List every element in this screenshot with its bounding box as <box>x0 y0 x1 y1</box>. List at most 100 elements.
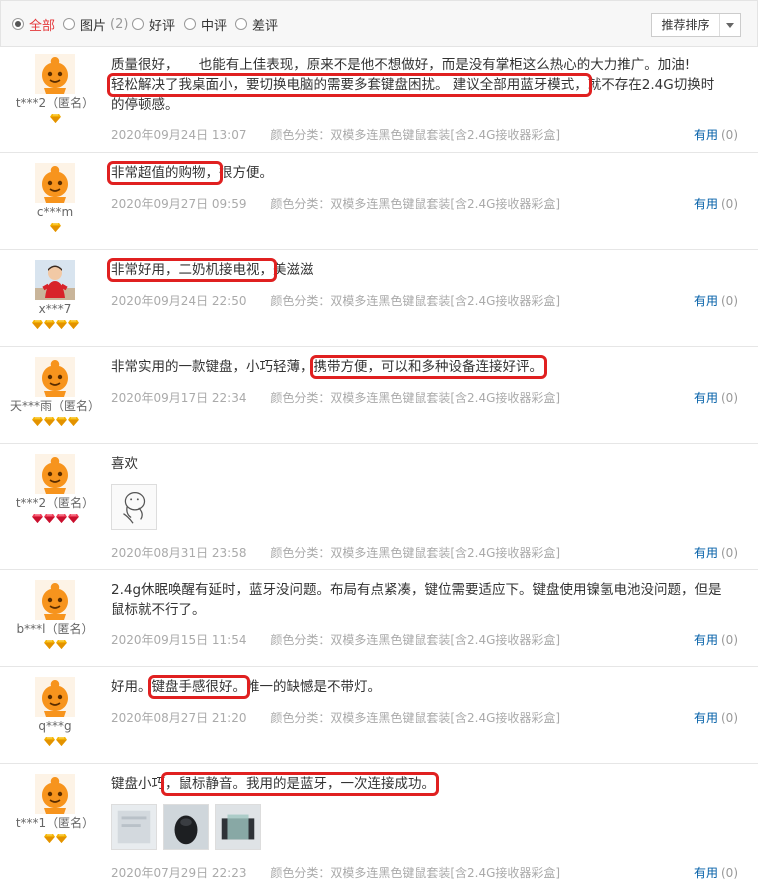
filter-pictures-count: (2) <box>110 16 129 32</box>
review-images <box>111 804 261 850</box>
useful-button[interactable]: 有用 (0) <box>694 544 738 561</box>
username: t***2（匿名） <box>15 496 95 510</box>
review-text-rest: 就不存在2.4G切换时 <box>587 77 715 93</box>
review-image-thumbnail[interactable] <box>111 484 157 530</box>
product-variant: 颜色分类：双模多连黑色键鼠套装[含2.4G接收器彩盒] <box>270 294 561 308</box>
review-user: t***1（匿名） <box>0 764 110 843</box>
gold-gem-icon <box>50 223 61 232</box>
sort-label: 推荐排序 <box>652 14 720 36</box>
user-avatar[interactable] <box>35 677 75 717</box>
review-user: q***g <box>0 667 110 746</box>
user-avatar[interactable] <box>35 357 75 397</box>
gold-gem-icon <box>56 834 67 843</box>
gold-gem-icon <box>44 417 55 426</box>
username: x***7 <box>38 302 72 316</box>
gold-gem-icon <box>50 114 61 123</box>
useful-count: (0) <box>721 294 738 308</box>
gold-gem-icon <box>44 320 55 329</box>
review-meta: 2020年09月24日 22:50 颜色分类：双模多连黑色键鼠套装[含2.4G接… <box>111 292 560 309</box>
useful-count: (0) <box>721 197 738 211</box>
useful-count: (0) <box>721 711 738 725</box>
review-image-thumbnail[interactable] <box>215 804 261 850</box>
user-avatar[interactable] <box>35 54 75 94</box>
username: 天***雨（匿名） <box>9 399 100 413</box>
red-gem-icon <box>32 514 43 523</box>
user-level-badges <box>0 223 110 232</box>
red-gem-icon <box>44 514 55 523</box>
user-level-badges <box>0 737 110 746</box>
useful-label: 有用 <box>693 294 718 308</box>
useful-button[interactable]: 有用 (0) <box>694 126 738 143</box>
gold-gem-icon <box>68 417 79 426</box>
useful-button[interactable]: 有用 (0) <box>694 389 738 406</box>
useful-label: 有用 <box>693 391 718 405</box>
review-date: 2020年09月27日 09:59 <box>111 197 247 211</box>
review-text: 键盘小巧，鼠标静音。我用的是蓝牙，一次连接成功。 <box>111 772 439 796</box>
filter-good-label: 好评 <box>149 18 176 34</box>
review-filter-bar: 全部 图片 (2) 好评 中评 差评 推荐排序 <box>0 0 758 47</box>
filter-bad-radio[interactable]: 差评 <box>235 15 278 34</box>
sort-dropdown[interactable]: 推荐排序 <box>651 13 741 37</box>
radio-icon <box>132 18 144 30</box>
product-variant: 颜色分类：双模多连黑色键鼠套装[含2.4G接收器彩盒] <box>270 633 561 647</box>
review-item: b***l（匿名） 2.4g休眠唤醒有延时，蓝牙没问题。布局有点紧凑，键位需要适… <box>0 570 758 667</box>
review-date: 2020年09月17日 22:34 <box>111 391 247 405</box>
username: q***g <box>38 719 72 733</box>
useful-label: 有用 <box>693 546 718 560</box>
user-level-badges <box>0 417 110 426</box>
filter-medium-radio[interactable]: 中评 <box>184 15 227 34</box>
filter-all-label: 全部 <box>29 18 56 34</box>
user-avatar[interactable] <box>35 454 75 494</box>
review-highlight: 非常超值的购物， <box>107 161 223 185</box>
review-date: 2020年07月29日 22:23 <box>111 866 247 880</box>
useful-count: (0) <box>721 866 738 880</box>
product-variant: 颜色分类：双模多连黑色键鼠套装[含2.4G接收器彩盒] <box>270 128 561 142</box>
useful-button[interactable]: 有用 (0) <box>694 864 738 881</box>
review-images <box>111 484 157 530</box>
user-avatar[interactable] <box>35 163 75 203</box>
review-text-line: 2.4g休眠唤醒有延时，蓝牙没问题。布局有点紧凑，键位需要适应下。键盘使用镍氢电… <box>111 582 722 598</box>
gold-gem-icon <box>56 320 67 329</box>
filter-good-radio[interactable]: 好评 <box>132 15 176 34</box>
review-highlight: 携带方便，可以和多种设备连接好评。 <box>309 355 547 379</box>
filter-pictures-radio[interactable]: 图片 (2) <box>63 15 129 34</box>
useful-button[interactable]: 有用 (0) <box>694 292 738 309</box>
useful-count: (0) <box>721 128 738 142</box>
review-text-line: 的停顿感。 <box>111 97 179 113</box>
useful-button[interactable]: 有用 (0) <box>694 631 738 648</box>
user-avatar[interactable] <box>35 580 75 620</box>
review-date: 2020年08月27日 21:20 <box>111 711 247 725</box>
useful-button[interactable]: 有用 (0) <box>694 195 738 212</box>
user-level-badges <box>0 114 110 123</box>
useful-count: (0) <box>721 546 738 560</box>
review-text: 非常超值的购物，很方便。 <box>107 161 273 185</box>
user-level-badges <box>0 320 110 329</box>
user-avatar[interactable] <box>35 260 75 300</box>
chevron-down-icon[interactable] <box>720 14 740 36</box>
review-image-thumbnail[interactable] <box>163 804 209 850</box>
review-meta: 2020年09月24日 13:07 颜色分类：双模多连黑色键鼠套装[含2.4G接… <box>111 126 560 143</box>
user-level-badges <box>0 834 110 843</box>
review-meta: 2020年09月15日 11:54 颜色分类：双模多连黑色键鼠套装[含2.4G接… <box>111 631 560 648</box>
gold-gem-icon <box>68 320 79 329</box>
review-item: x***7 非常好用，二奶机接电视，美滋滋 2020年09月24日 22:50 … <box>0 250 758 347</box>
review-meta: 2020年09月27日 09:59 颜色分类：双模多连黑色键鼠套装[含2.4G接… <box>111 195 560 212</box>
review-item: 天***雨（匿名） 非常实用的一款键盘，小巧轻薄，携带方便，可以和多种设备连接好… <box>0 347 758 444</box>
username: c***m <box>36 205 74 219</box>
useful-button[interactable]: 有用 (0) <box>694 709 738 726</box>
gold-gem-icon <box>56 417 67 426</box>
review-item: c***m 非常超值的购物，很方便。 2020年09月27日 09:59 颜色分… <box>0 153 758 250</box>
useful-label: 有用 <box>693 866 718 880</box>
review-highlight: ，鼠标静音。我用的是蓝牙，一次连接成功。 <box>161 772 439 796</box>
filter-pictures-label: 图片 <box>80 18 107 34</box>
review-highlight: 非常好用，二奶机接电视， <box>107 258 277 282</box>
gold-gem-icon <box>44 737 55 746</box>
review-item: q***g 好用。键盘手感很好。唯一的缺憾是不带灯。 2020年08月27日 2… <box>0 667 758 764</box>
review-date: 2020年09月15日 11:54 <box>111 633 247 647</box>
user-avatar[interactable] <box>35 774 75 814</box>
filter-all-radio[interactable]: 全部 <box>12 15 56 34</box>
review-user: x***7 <box>0 250 110 329</box>
review-text: 2.4g休眠唤醒有延时，蓝牙没问题。布局有点紧凑，键位需要适应下。键盘使用镍氢电… <box>111 580 722 620</box>
review-image-thumbnail[interactable] <box>111 804 157 850</box>
review-text: 好用。键盘手感很好。唯一的缺憾是不带灯。 <box>111 675 381 699</box>
